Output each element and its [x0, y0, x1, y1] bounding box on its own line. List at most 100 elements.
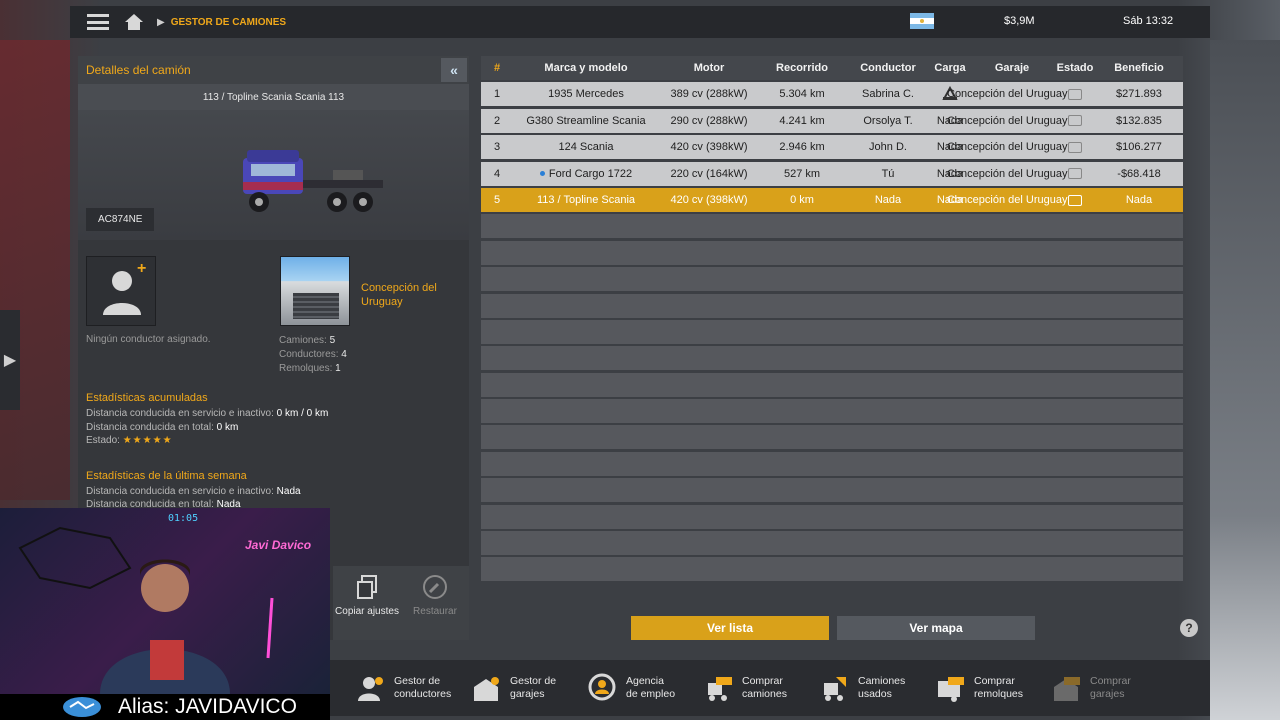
table-row[interactable]: 1 1935 Mercedes 389 cv (288kW) 5.304 km …: [481, 82, 1183, 107]
accum-stat-line-2: Distancia conducida en total: 0 km: [86, 422, 238, 433]
panel-header: Detalles del camión «: [78, 56, 469, 84]
row-distance: 0 km: [790, 193, 814, 206]
webcam-overlay: 01:05 Javi Davico: [0, 508, 330, 694]
garage-image[interactable]: [280, 256, 350, 326]
menu-icon[interactable]: [87, 14, 109, 30]
row-driver: Sabrina C.: [862, 88, 914, 101]
side-expand-arrow-icon[interactable]: ▶: [0, 310, 20, 410]
row-garage: Concepción del Uruguay: [947, 168, 1067, 180]
no-driver-text: Ningún conductor asignado.: [86, 334, 211, 345]
row-garage-text: Concepción del Uruguay: [947, 88, 1068, 101]
col-header-benefit[interactable]: Beneficio: [1095, 62, 1183, 74]
garage-trucks-value: 5: [329, 335, 336, 346]
assign-driver-button[interactable]: +: [86, 256, 156, 326]
row-motor: 389 cv (288kW): [670, 88, 748, 101]
handshake-icon: [63, 697, 101, 717]
row-model-cell: Ford Cargo 1722: [513, 168, 659, 180]
nav-garage-manager-label: Gestor de garajes: [510, 675, 557, 700]
nav-recruitment-agency[interactable]: Agencia de empleo: [562, 660, 678, 716]
garage-drivers-label: Conductores:: [279, 349, 339, 360]
home-icon[interactable]: [125, 14, 143, 30]
week-line1-value: Nada: [276, 486, 301, 497]
nav-buy-garages-label: Comprar garajes: [1090, 675, 1131, 700]
row-garage: Concepción del Uruguay: [947, 115, 1067, 127]
bottom-navigation: Gestor de conductores Gestor de garajes …: [330, 660, 1210, 716]
row-driver: Orsolya T.: [863, 114, 913, 127]
state-icon: [1055, 194, 1095, 206]
argentina-flag-icon: [910, 13, 934, 29]
accum-line2-value: 0 km: [216, 422, 239, 433]
row-distance: 2.946 km: [779, 141, 825, 154]
copy-settings-button[interactable]: Copiar ajustes: [333, 566, 401, 640]
nav-buy-trucks[interactable]: Comprar camiones: [678, 660, 794, 716]
buy-trailers-icon: [938, 677, 964, 702]
nav-used-trucks[interactable]: Camiones usados: [794, 660, 910, 716]
top-bar: ▶ GESTOR DE CAMIONES $3,9M Sáb 13:32: [70, 6, 1210, 38]
row-driver: Tú: [881, 167, 895, 180]
empty-row: [481, 478, 1183, 503]
wrench-icon: [423, 575, 447, 599]
col-header-model[interactable]: Marca y modelo: [513, 62, 659, 74]
nav-garage-manager[interactable]: Gestor de garajes: [446, 660, 562, 716]
col-header-garage[interactable]: Garaje: [969, 62, 1055, 74]
garage-trailers-value: 1: [335, 363, 341, 374]
nav-driver-manager-label: Gestor de conductores: [394, 675, 452, 700]
week-line1-label: Distancia conducida en servicio e inacti…: [86, 486, 274, 497]
view-map-button[interactable]: Ver mapa: [837, 616, 1035, 640]
empty-row: [481, 240, 1183, 265]
copy-settings-label: Copiar ajustes: [335, 606, 399, 617]
row-model: 124 Scania: [558, 141, 614, 154]
view-list-button[interactable]: Ver lista: [631, 616, 829, 640]
webcam-neon-logo: Javi Davico: [245, 538, 312, 552]
row-benefit: $132.835: [1116, 114, 1162, 127]
row-model: Ford Cargo 1722: [548, 167, 633, 180]
state-stars: ★★★★★: [122, 435, 173, 446]
breadcrumb-title: GESTOR DE CAMIONES: [170, 16, 287, 28]
col-header-distance[interactable]: Recorrido: [759, 62, 845, 74]
table-row[interactable]: 3 124 Scania 420 cv (398kW) 2.946 km Joh…: [481, 135, 1183, 160]
nav-buy-garages[interactable]: Comprar garajes: [1026, 660, 1142, 716]
table-row[interactable]: 2 G380 Streamline Scania 290 cv (288kW) …: [481, 108, 1183, 133]
garage-name[interactable]: Concepción del Uruguay: [361, 281, 461, 309]
empty-row: [481, 214, 1183, 239]
empty-row: [481, 451, 1183, 476]
trucks-table: # Marca y modelo Motor Recorrido Conduct…: [481, 56, 1183, 582]
truck-state: Estado: ★★★★★: [86, 435, 173, 446]
restore-button[interactable]: Restaurar: [401, 566, 469, 640]
empty-row: [481, 557, 1183, 582]
truck-preview: AC874NE: [78, 110, 469, 240]
restore-label: Restaurar: [413, 606, 457, 617]
table-row-selected[interactable]: 5 113 / Topline Scania 420 cv (398kW) 0 …: [481, 187, 1183, 212]
empty-row: [481, 293, 1183, 318]
col-header-motor[interactable]: Motor: [659, 62, 759, 74]
row-motor: 290 cv (288kW): [670, 114, 748, 127]
streamer-image: [100, 559, 230, 694]
row-garage-text: Concepción del Uruguay: [947, 141, 1068, 154]
col-header-cargo[interactable]: Carga: [931, 62, 969, 74]
collapse-panel-button[interactable]: «: [441, 58, 467, 82]
col-header-state[interactable]: Estado: [1055, 62, 1095, 74]
nav-buy-trailers[interactable]: Comprar remolques: [910, 660, 1026, 716]
accum-stats-title: Estadísticas acumuladas: [86, 392, 208, 404]
row-num: 4: [493, 167, 501, 180]
used-trucks-icon: [824, 677, 846, 701]
row-model: 1935 Mercedes: [548, 88, 624, 101]
accum-line1-value: 0 km / 0 km: [276, 408, 329, 419]
table-row[interactable]: 4 Ford Cargo 1722 220 cv (164kW) 527 km …: [481, 161, 1183, 186]
row-num: 1: [493, 88, 501, 101]
row-model: 113 / Topline Scania: [536, 193, 636, 206]
row-garage: Concepción del Uruguay: [947, 88, 1067, 100]
panel-action-buttons: Copiar ajustes Restaurar: [333, 566, 469, 640]
state-icon: [1055, 115, 1095, 127]
nav-driver-manager[interactable]: Gestor de conductores: [330, 660, 451, 716]
nav-used-trucks-label: Camiones usados: [858, 675, 906, 700]
empty-row: [481, 267, 1183, 292]
player-dot-icon: [539, 171, 545, 177]
row-num: 3: [493, 141, 501, 154]
row-distance: 4.241 km: [779, 114, 825, 127]
row-benefit: Nada: [1125, 193, 1153, 206]
empty-row: [481, 346, 1183, 371]
col-header-num[interactable]: #: [481, 62, 513, 74]
col-header-driver[interactable]: Conductor: [845, 62, 931, 74]
help-icon[interactable]: ?: [1180, 619, 1198, 637]
